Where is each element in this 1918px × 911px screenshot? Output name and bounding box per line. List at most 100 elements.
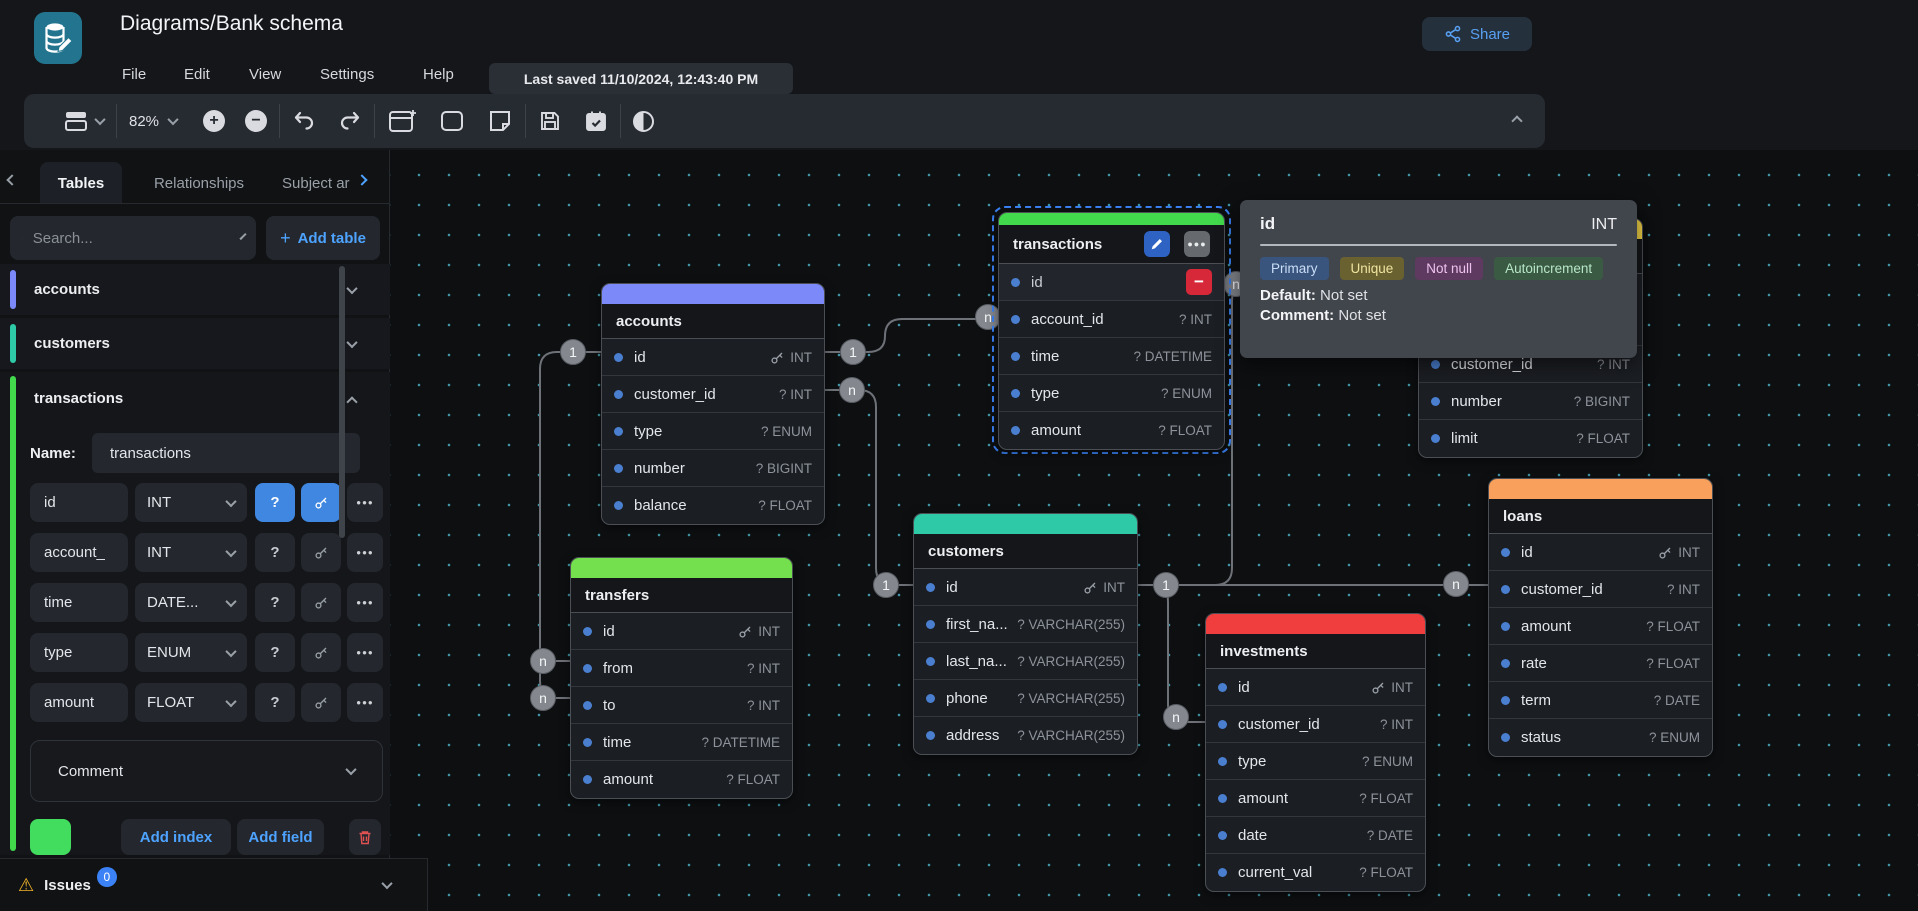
table-row[interactable]: balance? FLOAT	[602, 487, 824, 524]
table-row[interactable]: time? DATETIME	[999, 338, 1224, 375]
menu-edit[interactable]: Edit	[184, 66, 210, 83]
tabs-scroll-left-button[interactable]	[8, 176, 16, 184]
save-as-button[interactable]	[584, 109, 608, 133]
save-button[interactable]	[538, 109, 562, 133]
layout-menu-button[interactable]	[64, 110, 104, 132]
zoom-in-button[interactable]: +	[203, 110, 225, 132]
chevron-down-icon[interactable]	[381, 878, 392, 889]
menu-file[interactable]: File	[122, 66, 146, 83]
tabs-scroll-right-button[interactable]	[358, 176, 366, 184]
table-row[interactable]: phone? VARCHAR(255)	[914, 680, 1137, 717]
redo-button[interactable]	[338, 109, 362, 133]
table-row[interactable]: id INT	[602, 339, 824, 376]
table-row[interactable]: type? ENUM	[1206, 743, 1425, 780]
add-note-button[interactable]	[487, 108, 513, 134]
table-row[interactable]: date? DATE	[1206, 817, 1425, 854]
table-row[interactable]: address? VARCHAR(255)	[914, 717, 1137, 754]
primary-key-toggle[interactable]	[301, 683, 341, 722]
search-input[interactable]	[33, 230, 232, 247]
table-transactions[interactable]: transactions ●●● id − account_id? INT ti…	[998, 212, 1225, 450]
primary-key-toggle[interactable]	[301, 583, 341, 622]
primary-key-toggle[interactable]	[301, 533, 341, 572]
collapse-toolbar-button[interactable]	[1513, 117, 1521, 125]
nullable-toggle[interactable]: ?	[255, 483, 295, 522]
delete-field-button[interactable]: −	[1186, 269, 1212, 295]
field-options-button[interactable]: ●●●	[347, 583, 383, 622]
undo-button[interactable]	[292, 109, 316, 133]
field-options-button[interactable]: ●●●	[347, 633, 383, 672]
chevron-down-icon[interactable]	[346, 337, 357, 348]
field-type-select[interactable]: INT	[135, 483, 247, 522]
field-options-button[interactable]: ●●●	[347, 683, 383, 722]
field-options-button[interactable]: ●●●	[347, 483, 383, 522]
add-table-button[interactable]: + Add table	[266, 216, 380, 260]
share-button[interactable]: Share	[1422, 17, 1532, 51]
table-color-swatch[interactable]	[30, 819, 71, 855]
field-name-input[interactable]: id	[30, 483, 128, 522]
table-row[interactable]: account_id? INT	[999, 301, 1224, 338]
table-row[interactable]: term? DATE	[1489, 682, 1712, 719]
table-row[interactable]: number? BIGINT	[602, 450, 824, 487]
sidebar-item-accounts[interactable]: accounts	[0, 264, 390, 315]
add-table-tool-button[interactable]	[387, 108, 417, 134]
add-area-button[interactable]	[439, 109, 465, 133]
nullable-toggle[interactable]: ?	[255, 683, 295, 722]
search-combobox[interactable]	[10, 216, 256, 260]
table-row[interactable]: current_val? FLOAT	[1206, 854, 1425, 891]
table-row[interactable]: amount? FLOAT	[999, 412, 1224, 449]
table-row[interactable]: id INT	[1206, 669, 1425, 706]
sidebar-scrollbar[interactable]	[339, 266, 345, 538]
comment-collapse[interactable]: Comment	[30, 740, 383, 802]
table-row[interactable]: from? INT	[571, 650, 792, 687]
nullable-toggle[interactable]: ?	[255, 633, 295, 672]
table-name-input[interactable]	[92, 433, 360, 473]
table-row[interactable]: id INT	[571, 613, 792, 650]
field-name-input[interactable]: account_	[30, 533, 128, 572]
add-index-button[interactable]: Add index	[121, 819, 231, 855]
table-row[interactable]: type? ENUM	[999, 375, 1224, 412]
menu-settings[interactable]: Settings	[320, 66, 374, 83]
table-row[interactable]: amount? FLOAT	[571, 761, 792, 798]
tab-relationships[interactable]: Relationships	[134, 162, 264, 204]
table-accounts[interactable]: accounts id INT customer_id? INT type? E…	[601, 283, 825, 525]
table-customers[interactable]: customers id INT first_na...? VARCHAR(25…	[913, 513, 1138, 755]
add-field-button[interactable]: Add field	[237, 819, 324, 855]
nullable-toggle[interactable]: ?	[255, 533, 295, 572]
zoom-out-button[interactable]: −	[245, 110, 267, 132]
field-type-select[interactable]: INT	[135, 533, 247, 572]
table-row[interactable]: customer_id? INT	[602, 376, 824, 413]
field-name-input[interactable]: amount	[30, 683, 128, 722]
zoom-level-dropdown[interactable]: 82%	[129, 113, 177, 130]
table-loans[interactable]: loans id INT customer_id? INT amount? FL…	[1488, 478, 1713, 757]
sidebar-item-label[interactable]: transactions	[34, 372, 123, 424]
table-row[interactable]: type? ENUM	[602, 413, 824, 450]
tab-subject-areas[interactable]: Subject ar	[282, 162, 358, 204]
table-row[interactable]: id INT	[1489, 534, 1712, 571]
table-row-hovered[interactable]: id −	[999, 264, 1224, 301]
field-name-input[interactable]: type	[30, 633, 128, 672]
menu-help[interactable]: Help	[423, 66, 454, 83]
table-menu-button[interactable]: ●●●	[1184, 231, 1210, 257]
edit-table-button[interactable]	[1144, 231, 1170, 257]
table-investments[interactable]: investments id INT customer_id? INT type…	[1205, 613, 1426, 892]
table-row[interactable]: number? BIGINT	[1419, 383, 1642, 420]
table-row[interactable]: to? INT	[571, 687, 792, 724]
table-row[interactable]: first_na...? VARCHAR(255)	[914, 606, 1137, 643]
delete-table-button[interactable]	[349, 819, 381, 855]
table-row[interactable]: time? DATETIME	[571, 724, 792, 761]
menu-view[interactable]: View	[249, 66, 281, 83]
theme-toggle-button[interactable]	[633, 111, 654, 132]
tab-tables[interactable]: Tables	[40, 162, 122, 204]
field-type-select[interactable]: ENUM	[135, 633, 247, 672]
issues-bar[interactable]: ⚠ Issues 0	[0, 858, 428, 911]
table-row[interactable]: customer_id? INT	[1206, 706, 1425, 743]
field-type-select[interactable]: FLOAT	[135, 683, 247, 722]
field-name-input[interactable]: time	[30, 583, 128, 622]
table-row[interactable]: status? ENUM	[1489, 719, 1712, 756]
chevron-down-icon[interactable]	[346, 283, 357, 294]
field-type-select[interactable]: DATE...	[135, 583, 247, 622]
primary-key-toggle[interactable]	[301, 483, 341, 522]
sidebar-item-customers[interactable]: customers	[0, 318, 390, 369]
table-row[interactable]: last_na...? VARCHAR(255)	[914, 643, 1137, 680]
table-row[interactable]: amount? FLOAT	[1489, 608, 1712, 645]
